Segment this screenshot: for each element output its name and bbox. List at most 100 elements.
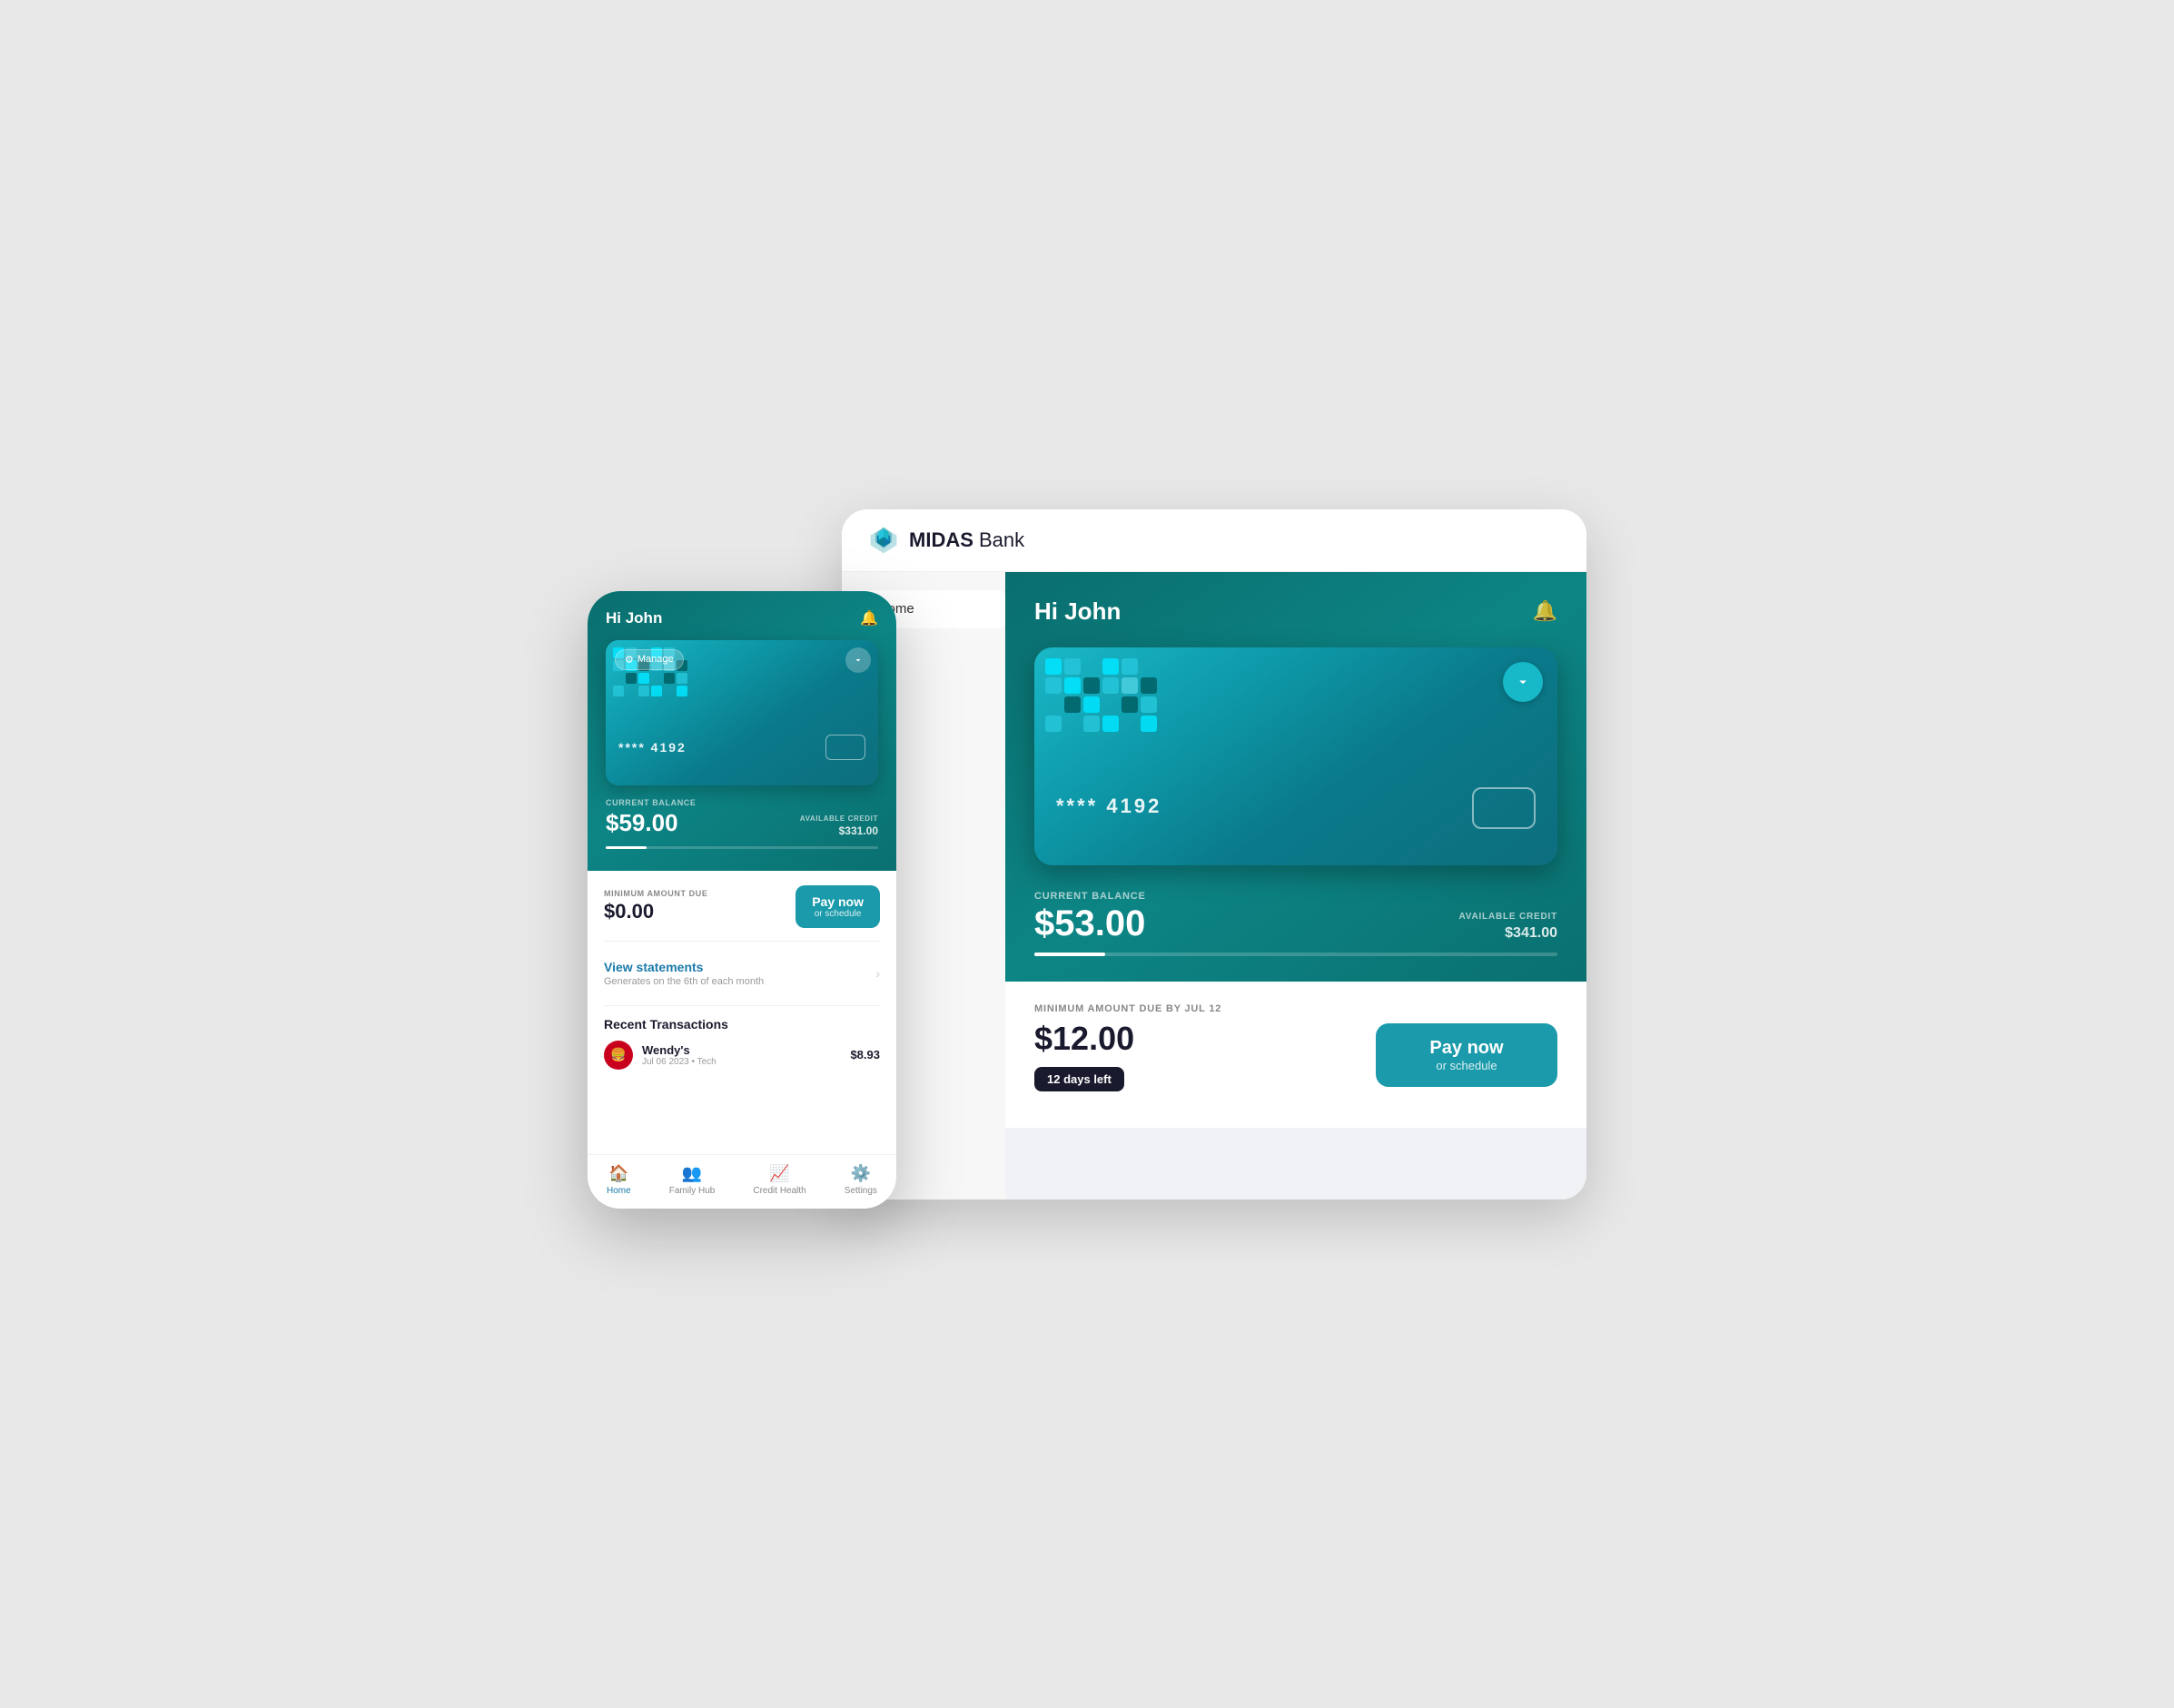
view-statements-subtitle: Generates on the 6th of each month <box>604 976 764 987</box>
transaction-row: 🍔 Wendy's Jul 06 2023 • Tech $8.93 <box>604 1041 880 1070</box>
mobile-pay-now-button[interactable]: Pay now or schedule <box>795 885 880 928</box>
mobile-teal-section: Hi John 🔔 <box>588 591 896 871</box>
credit-nav-icon: 📈 <box>769 1164 789 1183</box>
mobile-header: Hi John 🔔 <box>606 609 878 627</box>
desktop-current-balance-amount: $53.00 <box>1034 905 1146 942</box>
mobile-balance-row: CURRENT BALANCE $59.00 AVAILABLE CREDIT … <box>606 798 878 837</box>
desktop-days-badge: 12 days left <box>1034 1067 1124 1091</box>
desktop-available-credit-amount: $341.00 <box>1458 925 1557 942</box>
nav-item-settings[interactable]: ⚙️ Settings <box>845 1164 877 1196</box>
desktop-pay-now-line2: or schedule <box>1419 1059 1514 1072</box>
pixel <box>613 673 624 684</box>
pixel <box>1083 677 1100 694</box>
desktop-card: MIDAS Bank ⌂ Home Hi John 🔔 <box>842 509 1586 1200</box>
chevron-down-icon <box>1515 674 1531 690</box>
pixel <box>1045 658 1062 675</box>
mobile-current-balance-amount: $59.00 <box>606 809 697 837</box>
pixel <box>1122 658 1138 675</box>
nav-item-home[interactable]: 🏠 Home <box>607 1164 631 1196</box>
pixel <box>1083 696 1100 713</box>
desktop-card-pixel-pattern <box>1045 658 1157 732</box>
desktop-bell-icon[interactable]: 🔔 <box>1533 599 1557 623</box>
nav-item-family[interactable]: 👥 Family Hub <box>669 1164 716 1196</box>
desktop-card-dropdown-btn[interactable] <box>1503 662 1543 702</box>
pixel <box>1102 677 1119 694</box>
desktop-card-number: **** 4192 <box>1056 795 1161 818</box>
desktop-payment-section: MINIMUM AMOUNT DUE BY JUL 12 $12.00 12 d… <box>1005 982 1586 1128</box>
mobile-bell-icon[interactable]: 🔔 <box>860 609 878 627</box>
mobile-min-label: MINIMUM AMOUNT DUE <box>604 889 707 898</box>
pixel <box>638 673 649 684</box>
desktop-minimum-row: $12.00 12 days left Pay now or schedule <box>1034 1020 1557 1091</box>
pixel <box>626 686 637 696</box>
desktop-balance-section: CURRENT BALANCE $53.00 AVAILABLE CREDIT … <box>1034 891 1557 942</box>
desktop-progress-fill <box>1034 953 1105 956</box>
pixel <box>1083 716 1100 732</box>
desktop-pay-now-line1: Pay now <box>1419 1038 1514 1059</box>
pixel <box>1141 716 1157 732</box>
divider-1 <box>604 941 880 942</box>
mobile-card-dropdown-btn[interactable] <box>845 647 871 673</box>
desktop-pay-now-button[interactable]: Pay now or schedule <box>1376 1023 1557 1087</box>
transaction-details: Jul 06 2023 • Tech <box>642 1057 716 1067</box>
merchant-name: Wendy's <box>642 1043 716 1057</box>
pixel <box>1064 716 1081 732</box>
mobile-current-balance-label: CURRENT BALANCE <box>606 798 697 807</box>
pixel <box>1045 677 1062 694</box>
desktop-progress-bar <box>1034 953 1557 956</box>
credit-nav-label: Credit Health <box>753 1186 805 1196</box>
pixel <box>651 686 662 696</box>
mobile-progress-bar <box>606 846 878 849</box>
pixel <box>1064 677 1081 694</box>
pixel <box>664 673 675 684</box>
view-statements-title: View statements <box>604 960 764 974</box>
desktop-teal-panel: Hi John 🔔 <box>1005 572 1586 982</box>
pixel <box>677 686 687 696</box>
recent-transactions-title: Recent Transactions <box>604 1017 880 1032</box>
merchant-avatar: 🍔 <box>604 1041 633 1070</box>
pixel <box>1102 696 1119 713</box>
desktop-balance-right: AVAILABLE CREDIT $341.00 <box>1458 912 1557 942</box>
mobile-available-credit-label: AVAILABLE CREDIT <box>800 815 878 823</box>
home-nav-label: Home <box>607 1186 631 1196</box>
pixel <box>1064 696 1081 713</box>
desktop-credit-card: **** 4192 <box>1034 647 1557 865</box>
pixel <box>651 673 662 684</box>
desktop-available-credit-label: AVAILABLE CREDIT <box>1458 912 1557 922</box>
settings-nav-icon: ⚙️ <box>851 1164 871 1183</box>
pixel <box>626 673 637 684</box>
desktop-greeting: Hi John <box>1034 597 1121 626</box>
mobile-card-chip <box>825 735 865 760</box>
nav-item-credit[interactable]: 📈 Credit Health <box>753 1164 805 1196</box>
midas-logo-icon <box>867 524 900 557</box>
mobile-manage-button[interactable]: ⚙ Manage <box>615 649 684 670</box>
pixel <box>1083 658 1100 675</box>
view-statements-left: View statements Generates on the 6th of … <box>604 960 764 987</box>
pixel <box>677 673 687 684</box>
desktop-topbar: MIDAS Bank <box>842 509 1586 572</box>
transaction-info: Wendy's Jul 06 2023 • Tech <box>642 1043 716 1067</box>
pixel <box>664 686 675 696</box>
pixel <box>1064 658 1081 675</box>
mobile-card-number: **** 4192 <box>618 740 687 755</box>
mobile-progress-fill <box>606 846 647 849</box>
view-statements[interactable]: View statements Generates on the 6th of … <box>604 953 880 994</box>
pixel <box>613 686 624 696</box>
family-nav-icon: 👥 <box>682 1164 702 1183</box>
mobile-credit-card: ⚙ Manage **** 4192 <box>606 640 878 785</box>
pixel <box>1102 658 1119 675</box>
pixel <box>1141 658 1157 675</box>
desktop-minimum-value: $12.00 <box>1034 1020 1134 1058</box>
family-nav-label: Family Hub <box>669 1186 716 1196</box>
desktop-body: ⌂ Home Hi John 🔔 <box>842 572 1586 1200</box>
mobile-balance-right: AVAILABLE CREDIT $331.00 <box>800 815 878 837</box>
pixel <box>1122 716 1138 732</box>
home-nav-icon: 🏠 <box>608 1164 628 1183</box>
mobile-greeting: Hi John <box>606 609 662 627</box>
desktop-card-chip <box>1472 787 1536 829</box>
pixel <box>1102 716 1119 732</box>
mobile-pay-now-line1: Pay now <box>812 894 864 909</box>
mobile-min-left: MINIMUM AMOUNT DUE $0.00 <box>604 889 707 923</box>
logo-wrapper: MIDAS Bank <box>867 524 1024 557</box>
mobile-card: Hi John 🔔 <box>588 591 896 1209</box>
